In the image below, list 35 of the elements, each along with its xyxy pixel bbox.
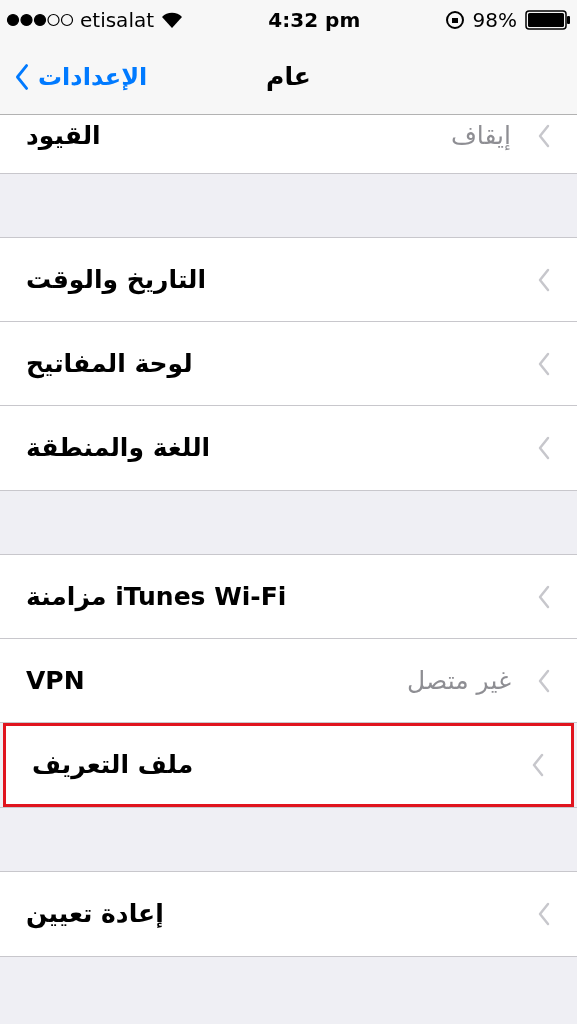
settings-row[interactable]: القيود إيقاف (0, 115, 577, 173)
chevron-icon (537, 123, 551, 148)
signal-icon (6, 13, 74, 27)
row-label: اللغة والمنطقة (26, 432, 211, 465)
battery-percent: 98% (472, 7, 517, 34)
row-value: إيقاف (450, 120, 511, 152)
chevron-icon (537, 267, 551, 292)
row-label: التاريخ والوقت (26, 263, 207, 297)
chevron-icon (537, 902, 551, 926)
chevron-icon (537, 668, 551, 693)
carrier-name: etisalat (80, 7, 155, 34)
settings-row[interactable]: مزامنة iTunes Wi-Fi (0, 555, 577, 639)
chevron-icon (531, 753, 545, 777)
row-label: لوحة المفاتيح (26, 347, 193, 381)
row-label: القيود (26, 120, 101, 152)
settings-row[interactable]: إعادة تعيين (0, 872, 577, 956)
settings-row[interactable]: ملف التعريف (3, 723, 574, 807)
nav-title: عام (266, 61, 311, 94)
chevron-icon (14, 62, 30, 92)
row-value: غير متصل (407, 664, 511, 697)
chevron-icon (537, 584, 551, 609)
back-button[interactable]: الإعدادات (14, 59, 148, 95)
row-label: VPN (26, 664, 85, 697)
row-label: مزامنة iTunes Wi-Fi (26, 580, 287, 614)
settings-row[interactable]: اللغة والمنطقة (0, 406, 577, 490)
chevron-icon (537, 351, 551, 376)
settings-row[interactable]: التاريخ والوقت (0, 238, 577, 322)
rotation-lock-icon (444, 10, 465, 30)
row-label: ملف التعريف (32, 749, 194, 782)
clock: 4:32 pm (268, 7, 361, 34)
row-label: إعادة تعيين (26, 898, 164, 931)
battery-icon (525, 10, 571, 30)
settings-row[interactable]: لوحة المفاتيح (0, 322, 577, 406)
wifi-icon (160, 11, 185, 29)
chevron-icon (537, 436, 551, 460)
